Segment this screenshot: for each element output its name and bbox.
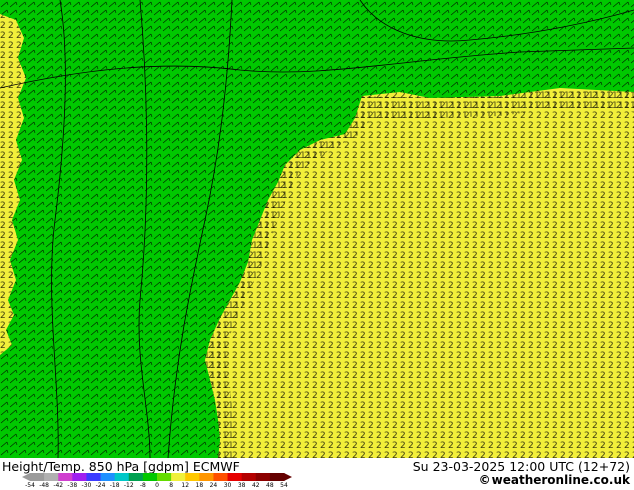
colorbar-swatch	[142, 473, 158, 481]
colorbar-swatch	[199, 473, 214, 481]
colorbar-swatch	[44, 473, 59, 481]
credit-text: weatheronline.co.uk	[491, 473, 630, 487]
colorbar-tick-label: 24	[209, 482, 218, 489]
site-credit[interactable]: ©weatheronline.co.uk	[479, 473, 630, 487]
colorbar-tick-label: -54	[25, 482, 35, 489]
colorbar-swatch	[100, 473, 116, 481]
colorbar-swatch	[128, 473, 144, 481]
colorbar-tick-label: -18	[109, 482, 120, 489]
colorbar-tick-label: 18	[195, 482, 204, 489]
colorbar-swatch	[30, 473, 45, 481]
colorbar-tick-label: -30	[81, 482, 92, 489]
colorbar-swatch	[171, 473, 186, 481]
forecast-time: Su 23-03-2025 12:00 UTC (12+72)	[412, 459, 630, 474]
colorbar-tick-label: 48	[266, 482, 274, 489]
colorbar-swatch	[227, 473, 243, 481]
colorbar-tick-label: 12	[181, 482, 190, 489]
colorbar-tick-label: -12	[123, 482, 134, 489]
colorbar-swatch	[269, 473, 285, 481]
colorbar-tick-label: -48	[39, 482, 50, 489]
colorbar-swatch	[86, 473, 102, 481]
colorbar-swatch	[114, 473, 130, 481]
colorbar-tick-label: 42	[251, 482, 260, 489]
colorbar-tick-label: 8	[169, 482, 174, 489]
colorbar-right-arrow	[284, 473, 292, 481]
colorbar-tick-label: -42	[53, 482, 64, 489]
colorbar-tick-label: -8	[139, 482, 146, 489]
colorbar-swatch	[241, 473, 257, 481]
colorbar-swatch	[213, 473, 229, 481]
colorbar-tick-label: 0	[155, 482, 159, 489]
colorbar-tick-label: -38	[67, 482, 78, 489]
copyright-symbol: ©	[478, 473, 491, 487]
colorbar-tick-label: 54	[280, 482, 288, 489]
colorbar-labels: -54 -48 -42 -38 -30 -24 -18 -12 -8 0 8 12 18 24 30 38 42…	[20, 482, 300, 490]
map-title: Height/Temp. 850 hPa [gdpm] ECMWF	[2, 459, 240, 474]
weather-map: 2 1	[0, 0, 634, 458]
colorbar-left-arrow	[22, 473, 30, 481]
colorbar-tick-label: -24	[95, 482, 106, 489]
colorbar-swatch	[72, 473, 87, 481]
temperature-colorbar	[22, 473, 292, 481]
colorbar-swatch	[157, 473, 172, 481]
footer-bar: Height/Temp. 850 hPa [gdpm] ECMWF Su 23-…	[0, 458, 634, 490]
colorbar-swatch	[185, 473, 200, 481]
colorbar-tick-label: 38	[237, 482, 246, 489]
colorbar-swatch	[58, 473, 73, 481]
colorbar-tick-label: 30	[223, 482, 232, 489]
colorbar-swatch	[255, 473, 271, 481]
